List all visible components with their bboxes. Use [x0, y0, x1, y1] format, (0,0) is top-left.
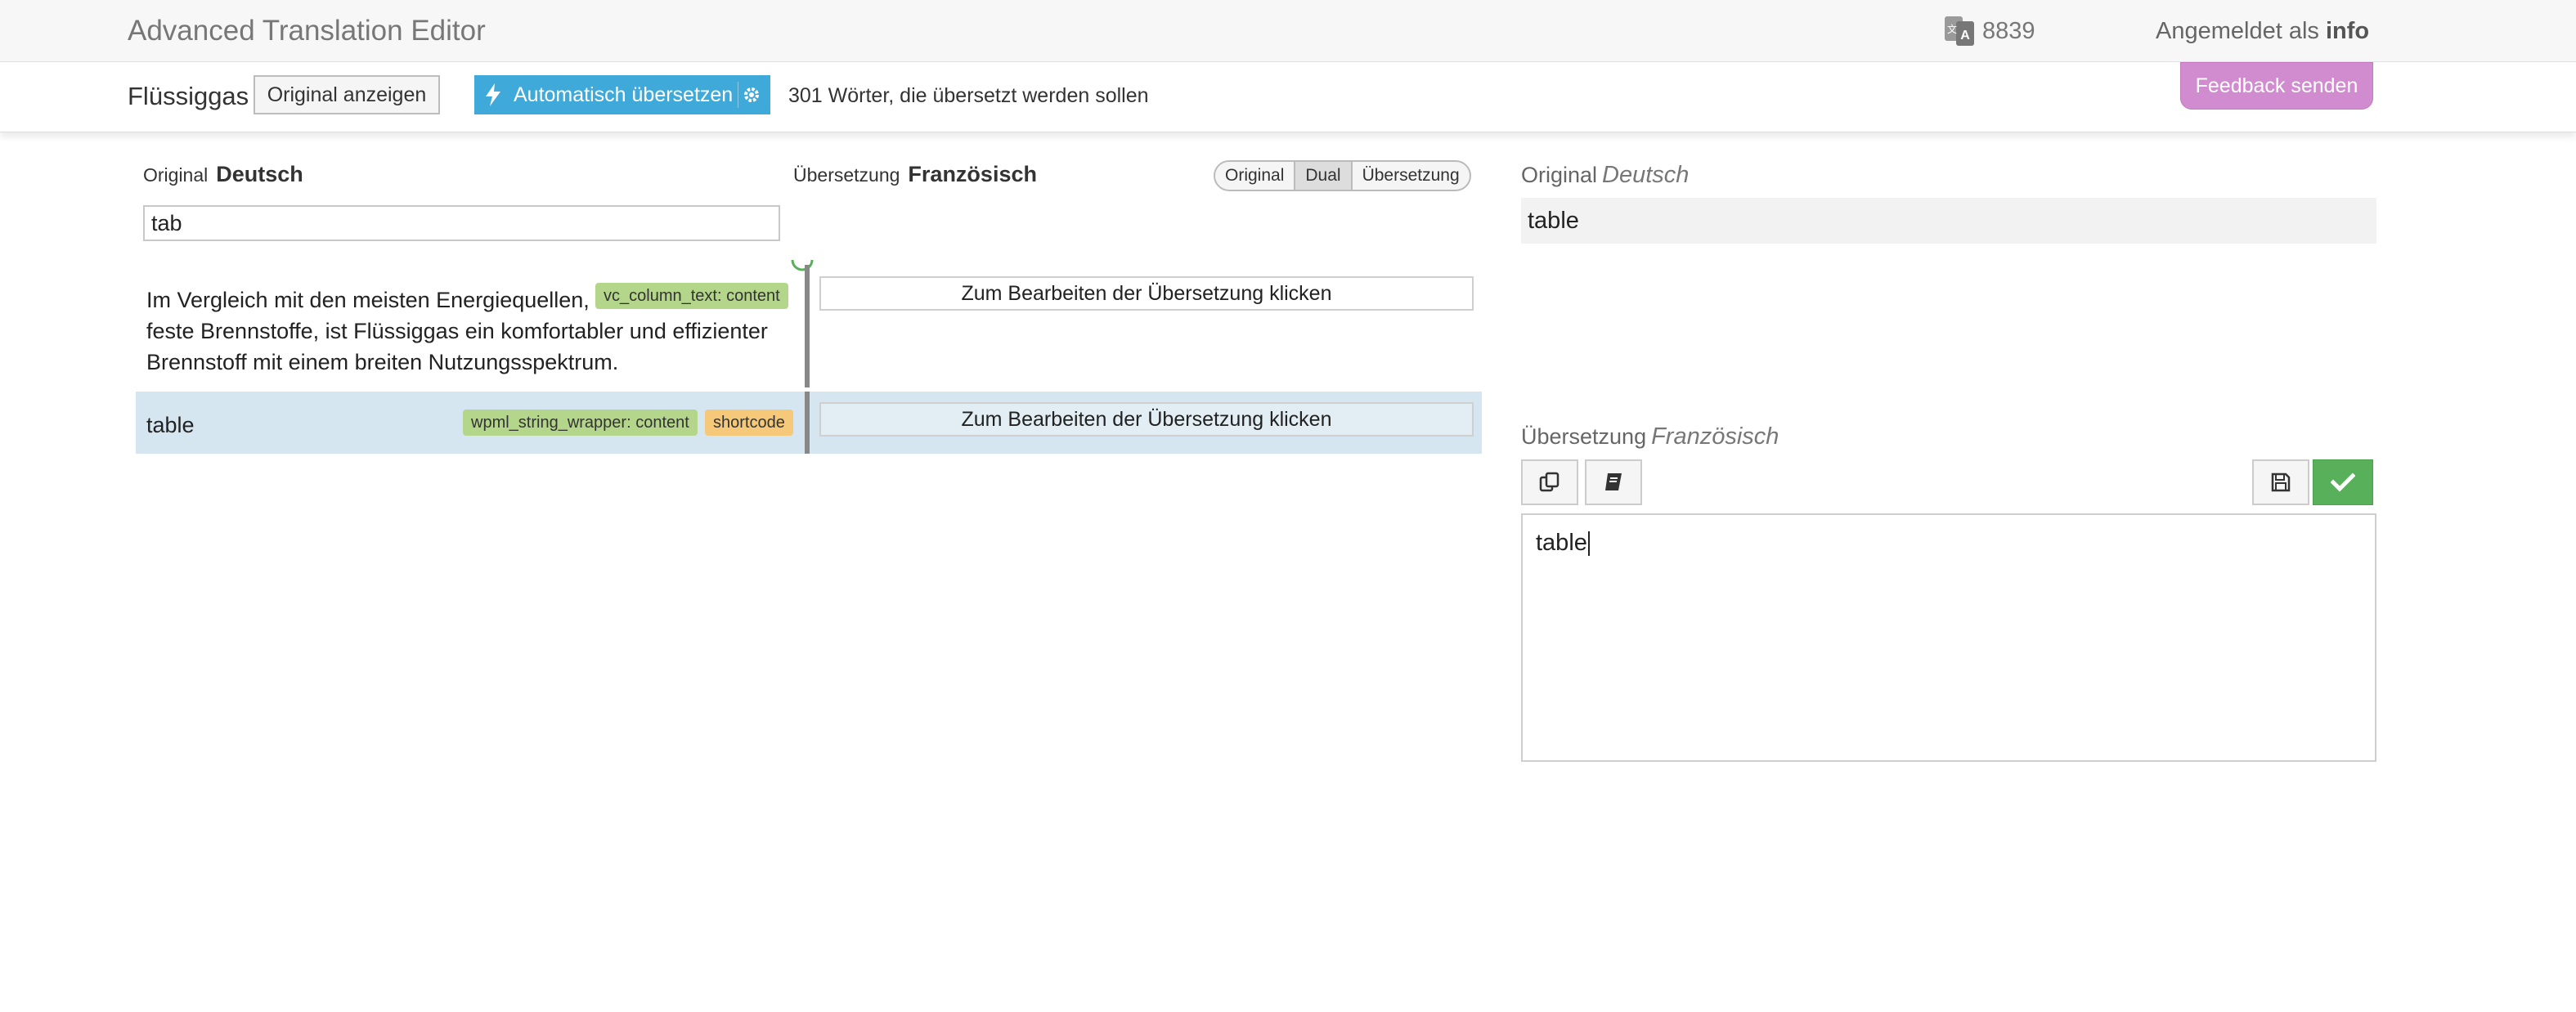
- copy-icon: [1539, 472, 1560, 492]
- view-mode-dual[interactable]: Dual: [1294, 162, 1351, 190]
- auto-translate-button[interactable]: Automatisch übersetzen: [474, 75, 770, 114]
- row-divider: [805, 392, 810, 454]
- shortcode-tag: shortcode: [705, 410, 793, 436]
- top-bar: Advanced Translation Editor A 文 8839 Ang…: [0, 0, 2576, 62]
- original-text-display: table: [1521, 198, 2376, 244]
- translation-editor-text: table: [1536, 530, 1587, 556]
- translation-label: Übersetzung: [793, 164, 900, 186]
- original-label: Original: [143, 164, 209, 186]
- logged-in-prefix: Angemeldet als: [2156, 18, 2319, 44]
- table-row-selected[interactable]: table wpml_string_wrapper: content short…: [136, 392, 1482, 454]
- view-mode-original[interactable]: Original: [1215, 162, 1294, 190]
- document-title: Flüssiggas: [128, 82, 249, 110]
- right-original-header: Original Deutsch: [1521, 162, 1689, 189]
- view-mode-toggle: Original Dual Übersetzung: [1214, 160, 1471, 191]
- right-original-language: Deutsch: [1602, 162, 1690, 188]
- word-count: 301 Wörter, die übersetzt werden sollen: [788, 84, 1149, 107]
- right-original-label: Original: [1521, 163, 1598, 187]
- show-original-button[interactable]: Original anzeigen: [254, 75, 440, 114]
- confirm-translation-button[interactable]: [2313, 459, 2373, 505]
- credits-counter: A 文 8839: [1943, 13, 2035, 49]
- save-button[interactable]: [2252, 459, 2309, 505]
- glossary-book-icon: [1605, 473, 1622, 490]
- credits-value: 8839: [1982, 17, 2035, 44]
- original-language: Deutsch: [216, 162, 303, 186]
- auto-translate-label: Automatisch übersetzen: [514, 83, 734, 106]
- copy-original-button[interactable]: [1521, 459, 1578, 505]
- bolt-icon: [486, 83, 500, 106]
- translation-editor[interactable]: table: [1521, 513, 2376, 762]
- app-title: Advanced Translation Editor: [128, 15, 486, 47]
- translation-column-header: Übersetzung Französisch: [793, 162, 1037, 187]
- source-text: table: [146, 413, 195, 437]
- text-caret: [1587, 531, 1590, 557]
- logged-in-user[interactable]: info: [2326, 18, 2369, 44]
- right-translation-label: Übersetzung: [1521, 424, 1647, 449]
- context-tag: vc_column_text: content: [595, 283, 788, 309]
- checkmark-icon: [2331, 472, 2355, 492]
- translate-icon: A 文: [1945, 16, 1974, 46]
- feedback-button[interactable]: Feedback senden: [2180, 62, 2373, 110]
- gear-icon[interactable]: [738, 82, 764, 108]
- translation-cell[interactable]: Zum Bearbeiten der Übersetzung klicken: [819, 402, 1474, 437]
- status-marker-icon: [791, 259, 814, 271]
- svg-text:A: A: [1960, 29, 1970, 43]
- glossary-button[interactable]: [1585, 459, 1642, 505]
- translation-cell[interactable]: Zum Bearbeiten der Übersetzung klicken: [819, 276, 1474, 311]
- row-divider: [805, 265, 810, 387]
- save-icon: [2271, 472, 2291, 492]
- logged-in-status: Angemeldet als info: [2156, 18, 2369, 45]
- translation-language: Französisch: [908, 162, 1037, 186]
- right-translation-header: Übersetzung Französisch: [1521, 423, 1779, 450]
- view-mode-translation[interactable]: Übersetzung: [1350, 162, 1470, 190]
- svg-text:文: 文: [1947, 23, 1957, 35]
- context-tag: wpml_string_wrapper: content: [463, 410, 698, 436]
- original-column-header: Original Deutsch: [143, 162, 303, 187]
- filter-input[interactable]: [143, 205, 780, 241]
- right-translation-language: Französisch: [1651, 423, 1779, 450]
- table-row[interactable]: Im Vergleich mit den meisten Energiequel…: [136, 259, 1482, 387]
